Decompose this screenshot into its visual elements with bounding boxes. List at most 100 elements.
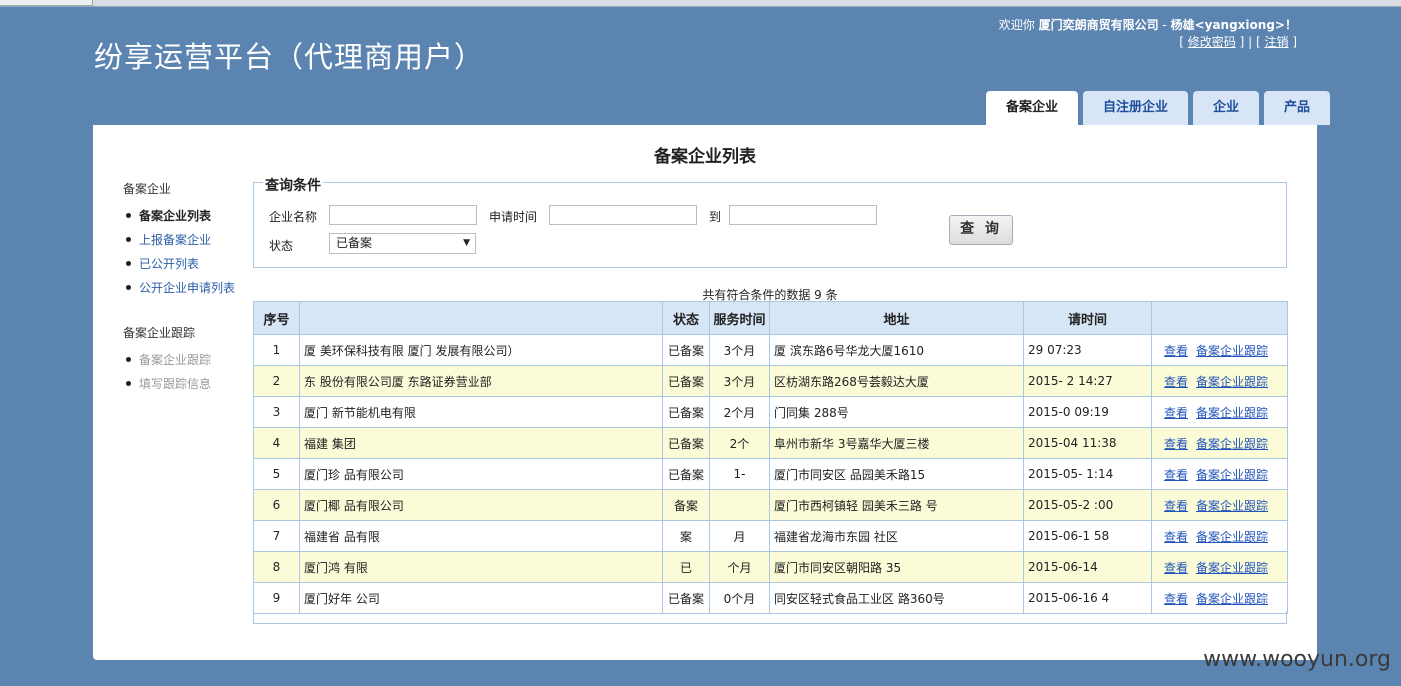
view-link[interactable]: 查看 [1164,499,1188,513]
tab-filed-enterprises[interactable]: 备案企业 [986,91,1079,125]
table-cell-service: 3个月 [709,334,770,366]
sidebar-item-public-list[interactable]: 已公开列表 [123,252,248,276]
track-link[interactable]: 备案企业跟踪 [1196,499,1268,513]
track-link[interactable]: 备案企业跟踪 [1196,468,1268,482]
table-cell-time: 2015- 2 14:27 [1023,365,1152,397]
view-link[interactable]: 查看 [1164,561,1188,575]
table-cell-service: 3个月 [709,365,770,397]
search-button[interactable]: 查 询 [949,215,1013,245]
browser-top-strip [0,0,1401,7]
view-link[interactable]: 查看 [1164,437,1188,451]
sidebar-item-label[interactable]: 备案企业列表 [139,209,211,223]
browser-tab[interactable] [0,0,93,6]
logout-link[interactable]: 注销 [1264,35,1288,49]
table-row: 8 厦门鸿 有限已个月 厦门市同安区朝阳路 35 2015-06-14 查看 备案企业跟踪 [253,551,1288,583]
table-cell-name: 厦门椰 品有限公司 [299,489,663,521]
table-cell-time: 2015-06-14 [1023,551,1152,583]
bullet-icon [126,285,131,290]
table-cell-service: 2个月 [709,396,770,428]
table-cell-time: 2015-06-1 58 [1023,520,1152,552]
sidebar-list-tracking: 备案企业跟踪 填写跟踪信息 [123,348,248,396]
sidebar-item-tracking[interactable]: 备案企业跟踪 [123,348,248,372]
sidebar: 备案企业 备案企业列表 上报备案企业 已公开列表 公开企业申请列表 备案企业跟踪… [123,180,248,420]
track-link[interactable]: 备案企业跟踪 [1196,530,1268,544]
sidebar-item-filed-list[interactable]: 备案企业列表 [123,204,248,228]
apply-time-label: 申请时间 [489,210,538,224]
table-cell-time: 2015-04 11:38 [1023,427,1152,459]
sidebar-item-label[interactable]: 已公开列表 [139,257,199,271]
table-cell-status: 已 [662,551,710,583]
table-cell-address: 厦门市西柯镇轻 园美禾三路 号 [769,489,1024,521]
table-cell-no: 6 [253,489,300,521]
tab-product[interactable]: 产品 [1264,91,1331,125]
table-header-row: 序号 状态 服务时间 地址 请时间 [253,301,1288,335]
sidebar-section-filed: 备案企业 [123,182,172,196]
table-row: 9 厦门好年 公司 已备案 0个月 同安区轻式食品工业区 路360号 2015-06-16… [253,582,1288,614]
view-link[interactable]: 查看 [1164,344,1188,358]
company-name-input[interactable] [329,205,477,225]
table-cell-address: 厦门市同安区 品园美禾路15 [769,458,1024,490]
apply-time-from-input[interactable] [549,205,697,225]
table-row: 1厦 美环保科技有限 厦门 发展有限公司） 已备案 3个月厦 滨东路6号华龙大厦16… [253,334,1288,366]
table-cell-time: 2015-05- 1:14 [1023,458,1152,490]
table-cell-actions: 查看 备案企业跟踪 [1151,551,1288,583]
tab-enterprise[interactable]: 企业 [1193,91,1260,125]
table-cell-service: 0个月 [709,582,770,614]
sidebar-item-label[interactable]: 上报备案企业 [139,233,211,247]
bracket-open: [ [1179,35,1188,49]
view-link[interactable]: 查看 [1164,530,1188,544]
sidebar-list-filed: 备案企业列表 上报备案企业 已公开列表 公开企业申请列表 [123,204,248,300]
col-header: 地址 [769,301,1024,335]
table-cell-status: 备案 [662,489,710,521]
table-row: 3 厦门 新节能机电有限 已备案 2个月 门同集 288号 2015-0 09:19 查看备… [253,396,1288,428]
bracket-close: ] [1288,35,1297,49]
view-link[interactable]: 查看 [1164,468,1188,482]
view-link[interactable]: 查看 [1164,592,1188,606]
track-link[interactable]: 备案企业跟踪 [1196,344,1268,358]
table-cell-service: 个月 [709,551,770,583]
track-link[interactable]: 备案企业跟踪 [1196,375,1268,389]
apply-time-to-input[interactable] [729,205,877,225]
sidebar-item-fill-tracking[interactable]: 填写跟踪信息 [123,372,248,396]
bullet-icon [126,357,131,362]
tab-self-registered[interactable]: 自注册企业 [1083,91,1189,125]
track-link[interactable]: 备案企业跟踪 [1196,437,1268,451]
sidebar-item-label[interactable]: 填写跟踪信息 [139,377,211,391]
bullet-icon [126,381,131,386]
sidebar-item-public-apply[interactable]: 公开企业申请列表 [123,276,248,300]
status-select[interactable]: 已备案 ▼ [329,233,476,254]
col-header: 状态 [662,301,710,335]
to-label: 到 [709,210,722,224]
exclaim: ！ [1284,18,1297,32]
table-row: 6 厦门椰 品有限公司 备案 厦门市西柯镇轻 园美禾三路 号 2015-05-2 :00… [253,489,1288,521]
page-title: 备案企业列表 [654,147,756,167]
sidebar-item-label[interactable]: 备案企业跟踪 [139,353,211,367]
table-cell-status: 已备案 [662,334,710,366]
sidebar-item-label[interactable]: 公开企业申请列表 [139,281,235,295]
track-link[interactable]: 备案企业跟踪 [1196,406,1268,420]
table-cell-name: 厦 美环保科技有限 厦门 发展有限公司） [299,334,663,366]
table-cell-address: 厦门市同安区朝阳路 35 [769,551,1024,583]
table-row: 5 厦门珍 品有限公司 已备案 1- 厦门市同安区 品园美禾路15 2015-05- 1:… [253,458,1288,490]
table-cell-name: 福建省 品有限 [299,520,663,552]
table-cell-service: 1- [709,458,770,490]
status-select-value: 已备案 [336,236,373,250]
table-cell-no: 9 [253,582,300,614]
enterprise-table: 序号 状态 服务时间 地址 请时间 1厦 美环保科技有限 厦门 发展有限公司）已… [253,301,1288,614]
separator: - [1158,18,1171,32]
bullet-icon [126,237,131,242]
table-footer [253,611,1287,624]
track-link[interactable]: 备案企业跟踪 [1196,561,1268,575]
company-name: 厦门奕朗商贸有限公司 [1038,18,1159,32]
view-link[interactable]: 查看 [1164,375,1188,389]
sidebar-item-report[interactable]: 上报备案企业 [123,228,248,252]
table-cell-time: 2015-05-2 :00 [1023,489,1152,521]
view-link[interactable]: 查看 [1164,406,1188,420]
welcome-line: 欢迎你 厦门奕朗商贸有限公司 - 杨雄<yangxiong>！ [999,17,1297,34]
col-header [1151,301,1288,335]
table-cell-name: 厦门珍 品有限公司 [299,458,663,490]
change-password-link[interactable]: 修改密码 [1188,35,1236,49]
col-header: 请时间 [1023,301,1152,335]
table-cell-service [709,489,770,521]
track-link[interactable]: 备案企业跟踪 [1196,592,1268,606]
